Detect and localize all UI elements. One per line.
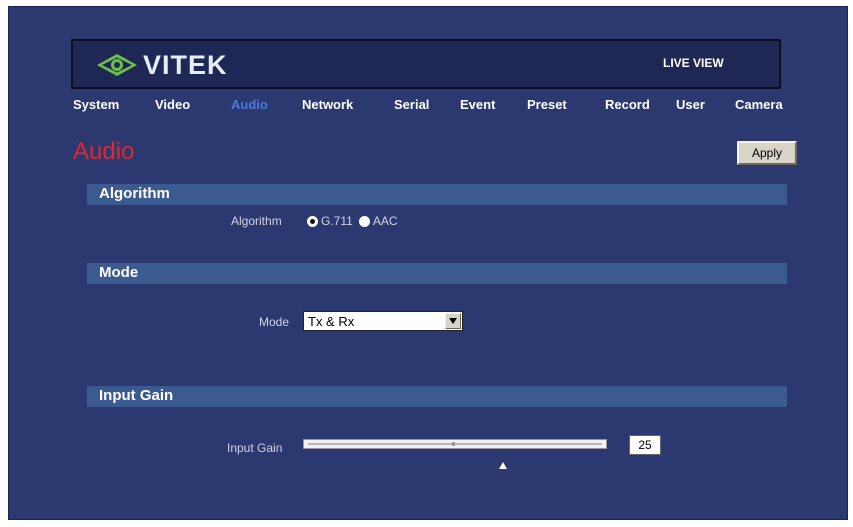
radio-label-g711: G.711 [321, 214, 353, 228]
section-title-algorithm: Algorithm [99, 185, 170, 202]
live-view-link[interactable]: LIVE VIEW [663, 56, 724, 70]
apply-button[interactable]: Apply [737, 141, 797, 165]
section-header-input-gain: Input Gain [87, 386, 787, 407]
nav-video[interactable]: Video [155, 97, 190, 112]
section-header-algorithm: Algorithm [87, 184, 787, 205]
radio-label-aac: AAC [372, 214, 398, 228]
nav-event[interactable]: Event [460, 97, 495, 112]
nav-system[interactable]: System [73, 97, 119, 112]
input-gain-label: Input Gain [227, 441, 283, 455]
input-gain-value: 25 [629, 435, 661, 455]
slider-thumb[interactable] [499, 462, 507, 469]
section-title-input-gain: Input Gain [99, 387, 174, 404]
radio-g711[interactable]: G.711 [307, 214, 353, 228]
brand-name: VITEK [143, 49, 228, 80]
nav-preset[interactable]: Preset [527, 97, 567, 112]
nav-serial[interactable]: Serial [394, 97, 429, 112]
mode-select[interactable]: Tx & Rx [303, 311, 463, 331]
eye-logo-icon [97, 54, 137, 76]
algorithm-radio-group: G.711 AAC [307, 214, 404, 228]
nav-user[interactable]: User [676, 97, 705, 112]
main-nav: System Video Audio Network Serial Event … [9, 97, 849, 115]
page-title: Audio [73, 138, 135, 165]
nav-network[interactable]: Network [302, 97, 353, 112]
brand-logo: VITEK [95, 49, 228, 81]
header-bar: VITEK LIVE VIEW [71, 39, 781, 89]
nav-audio[interactable]: Audio [231, 97, 268, 112]
radio-aac[interactable]: AAC [358, 214, 398, 228]
nav-record[interactable]: Record [605, 97, 650, 112]
chevron-down-icon[interactable] [445, 313, 461, 329]
input-gain-slider[interactable] [303, 439, 607, 449]
nav-camera[interactable]: Camera [735, 97, 783, 112]
radio-unselected-indicator [358, 215, 370, 227]
radio-selected-indicator [307, 215, 318, 227]
slider-line [308, 443, 602, 445]
mode-label: Mode [259, 315, 290, 329]
slider-notch [452, 442, 455, 446]
mode-select-value: Tx & Rx [308, 313, 355, 329]
config-panel: VITEK LIVE VIEW System Video Audio Netwo… [8, 6, 848, 520]
algorithm-label: Algorithm [231, 214, 282, 228]
section-title-mode: Mode [99, 264, 139, 281]
section-header-mode: Mode [87, 263, 787, 284]
